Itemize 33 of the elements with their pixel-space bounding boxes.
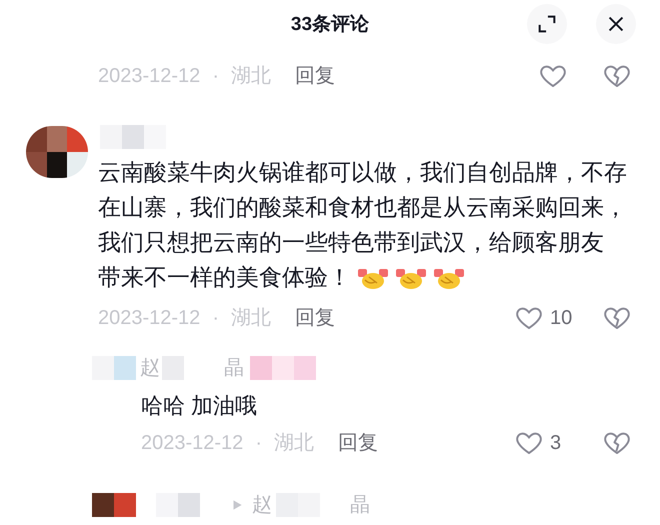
blurred-avatar[interactable] [26, 126, 88, 178]
user-name: 晶 [224, 356, 244, 381]
comment-date: 2023-12-12 [141, 431, 244, 456]
blurred-mosaic [250, 356, 316, 380]
user-name: 赵 [140, 356, 160, 381]
expand-button[interactable] [527, 4, 567, 44]
blurred-mosaic [100, 125, 166, 149]
user-name: 赵 [252, 493, 272, 518]
comment-location: 湖北 [230, 306, 271, 331]
comment-date: 2023-12-12 [98, 306, 200, 331]
separator-dot: · [255, 431, 262, 456]
expand-icon [536, 13, 558, 35]
reply-link[interactable]: 回复 [294, 303, 335, 333]
comment-text: 带来不一样的美食体验！ [98, 263, 351, 292]
like-count: 10 [550, 306, 572, 331]
comment-date: 2023-12-12 [98, 64, 200, 89]
separator-dot: · [212, 306, 219, 331]
close-button[interactable] [596, 4, 636, 44]
user-name: 晶 [350, 493, 370, 518]
comment-text: 在山寨，我们的酸菜和食材也都是从云南采购回来， [98, 193, 627, 222]
comment-location: 湖北 [274, 431, 314, 456]
separator-dot: · [212, 64, 219, 89]
reply-text: 哈哈 加油哦 [141, 392, 258, 420]
comment-location: 湖北 [230, 64, 271, 89]
comment-text: 我们只想把云南的一些特色带到武汉，给顾客朋友 [98, 228, 604, 257]
reply-link[interactable]: 回复 [338, 428, 378, 458]
blurred-mosaic [156, 493, 200, 517]
header-title: 33条评论 [290, 12, 370, 37]
blurred-mosaic [92, 356, 136, 380]
comment-text: 云南酸菜牛肉火锅谁都可以做，我们自创品牌，不存 [98, 158, 627, 187]
like-count: 3 [550, 431, 562, 456]
reply-link[interactable]: 回复 [294, 61, 335, 91]
blurred-mosaic [92, 493, 136, 517]
